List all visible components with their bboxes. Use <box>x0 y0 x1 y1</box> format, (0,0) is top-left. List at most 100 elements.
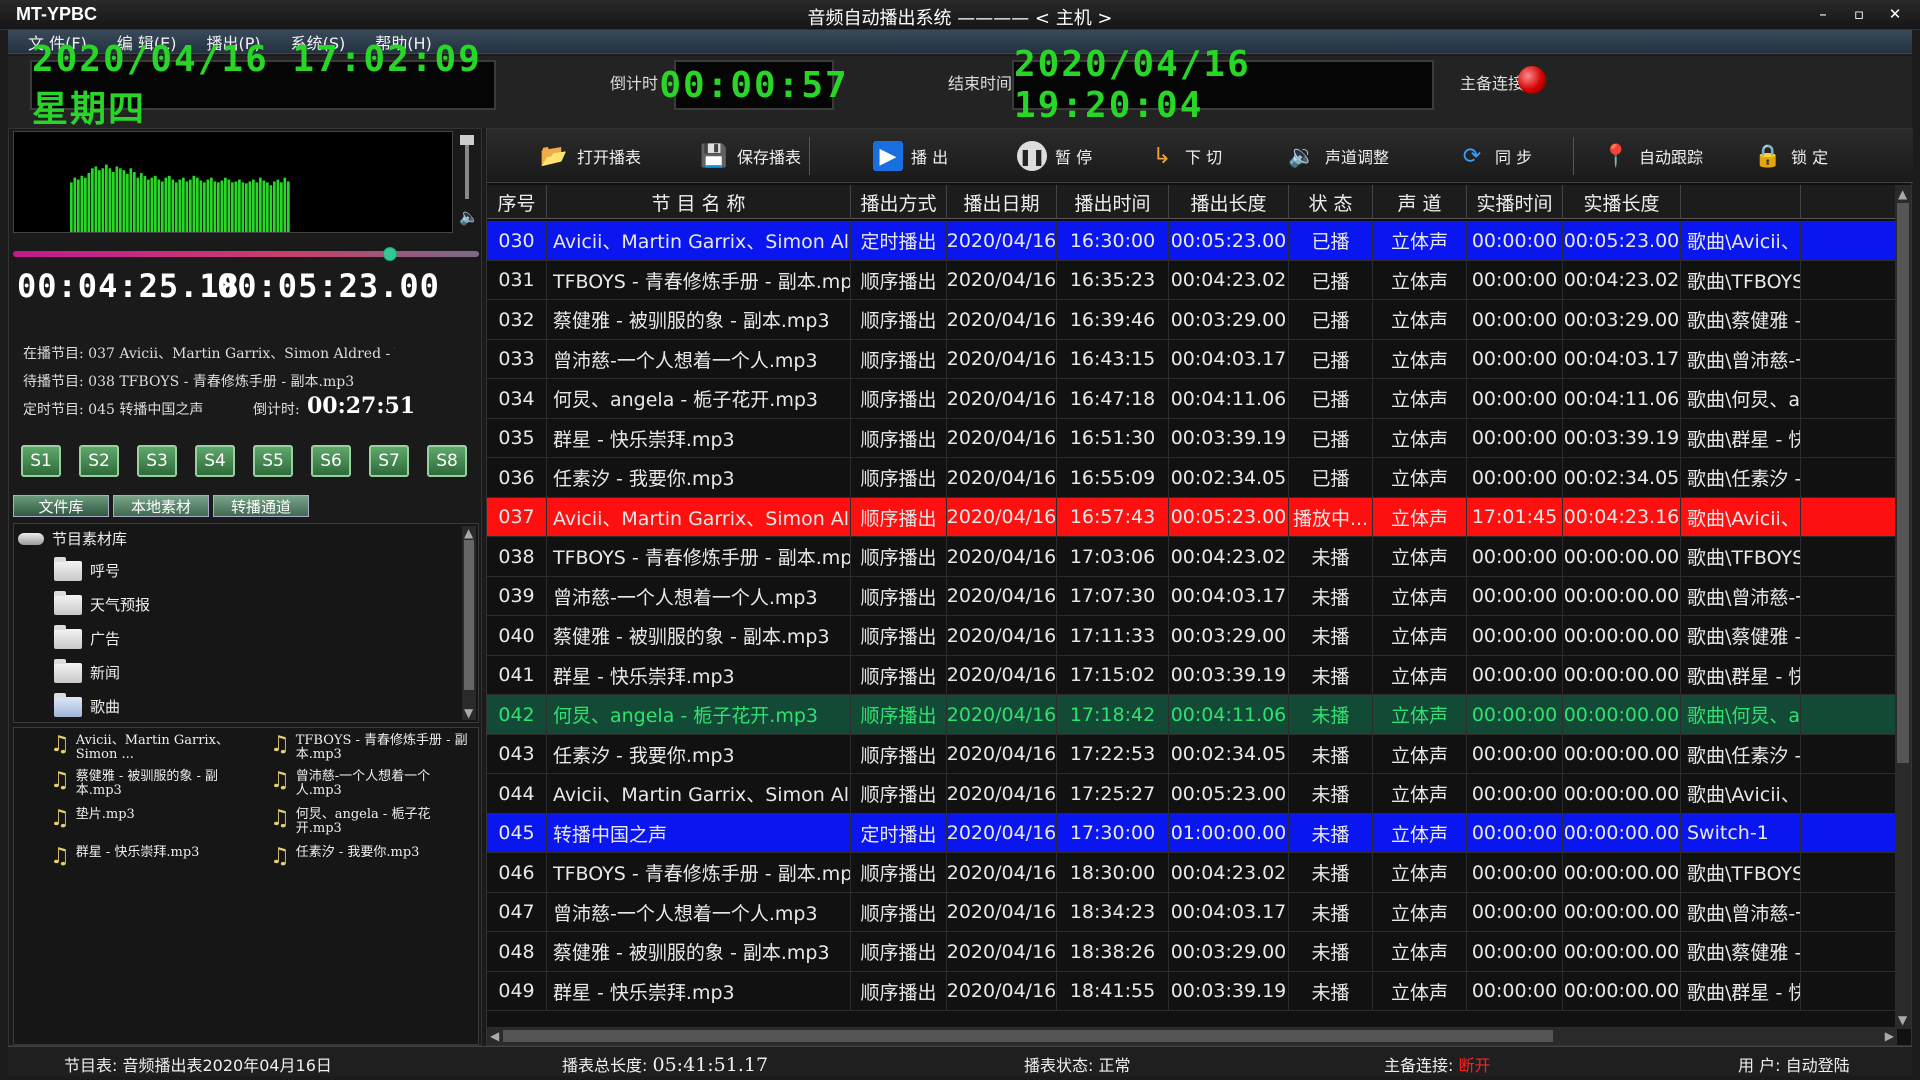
cell-actual-length: 00:04:11.06 <box>1563 379 1681 418</box>
table-horizontal-scrollbar[interactable]: ◀ ▶ <box>487 1027 1897 1045</box>
table-row[interactable]: 043 任素汐 - 我要你.mp3 顺序播出 2020/04/16 17:22:53 00… <box>487 734 1897 774</box>
save-schedule-button[interactable]: 💾 保存播表 <box>699 139 801 173</box>
header-col-actual-length[interactable]: 实播长度 <box>1563 185 1681 219</box>
scroll-down-icon[interactable]: ▼ <box>464 706 473 720</box>
file-item[interactable]: ♫ Avicii、Martin Garrix、Simon ... <box>50 734 250 762</box>
tree-item-ads[interactable]: 广告 <box>54 624 120 649</box>
file-item[interactable]: ♫ 任素汐 - 我要你.mp3 <box>270 846 470 868</box>
table-row[interactable]: 033 曾沛慈-一个人想着一个人.mp3 顺序播出 2020/04/16 16:43:1… <box>487 339 1897 379</box>
open-schedule-button[interactable]: 📂 打开播表 <box>539 139 641 173</box>
table-row[interactable]: 044Avicii、Martin Garrix、Simon Aldred ...… <box>487 774 1897 814</box>
slot-button-s4[interactable]: S4 <box>195 445 235 477</box>
table-row[interactable]: 032 蔡健雅 - 被驯服的象 - 副本.mp3 顺序播出 2020/04/16 16:… <box>487 300 1897 340</box>
playback-progress-knob[interactable] <box>383 247 398 261</box>
close-button[interactable]: ✕ <box>1880 2 1910 26</box>
table-vertical-scrollbar[interactable]: ▲ ▼ <box>1895 185 1911 1029</box>
table-row[interactable]: 031 TFBOYS - 青春修炼手册 - 副本.mp3 顺序播出 2020/04/1… <box>487 260 1897 300</box>
file-item[interactable]: ♫ TFBOYS - 青春修炼手册 - 副本.mp3 <box>270 734 470 762</box>
spectrum-bar <box>266 182 269 232</box>
tab-file-library[interactable]: 文件库 <box>13 495 109 517</box>
cell-status: 已播 <box>1289 300 1373 339</box>
header-col-program-name[interactable]: 节 目 名 称 <box>547 185 851 219</box>
cell-actual-length: 00:00:00.00 <box>1563 892 1681 932</box>
scroll-left-icon[interactable]: ◀ <box>490 1029 499 1043</box>
cell-play-length: 00:02:34.05 <box>1169 458 1289 497</box>
table-row[interactable]: 042 何炅、angela - 栀子花开.mp3 顺序播出 2020/04/16 17:… <box>487 695 1897 735</box>
pause-button[interactable]: ❚❚ 暂 停 <box>1017 139 1092 173</box>
maximize-button[interactable]: ▫ <box>1844 2 1874 26</box>
tab-local-media[interactable]: 本地素材 <box>113 495 209 517</box>
cell-actual-time: 17:01:45 <box>1467 497 1563 537</box>
channel-adjust-button[interactable]: 🔉 声道调整 <box>1287 139 1389 173</box>
cell-channel: 立体声 <box>1373 616 1467 655</box>
cell-play-date: 2020/04/16 <box>947 971 1057 1011</box>
playback-progress-bar[interactable] <box>13 247 479 261</box>
lock-button[interactable]: 🔒 锁 定 <box>1753 139 1828 173</box>
tree-scrollbar[interactable]: ▲ ▼ <box>462 526 476 720</box>
table-row[interactable]: 037Avicii、Martin Garrix、Simon Aldred ...… <box>487 497 1897 537</box>
cell-status: 未播 <box>1289 616 1373 655</box>
minimize-button[interactable]: – <box>1808 2 1838 26</box>
sync-button[interactable]: ⟳ 同 步 <box>1457 139 1532 173</box>
header-col-play-length[interactable]: 播出长度 <box>1169 185 1289 219</box>
scroll-up-icon[interactable]: ▲ <box>1898 187 1907 201</box>
header-col-status[interactable]: 状 态 <box>1289 185 1373 219</box>
table-row[interactable]: 041 群星 - 快乐崇拜.mp3 顺序播出 2020/04/16 17:15:02 00… <box>487 655 1897 695</box>
tree-item-callsign[interactable]: 呼号 <box>54 556 120 581</box>
table-row[interactable]: 046 TFBOYS - 青春修炼手册 - 副本.mp3 顺序播出 2020/04/1… <box>487 853 1897 893</box>
spectrum-bar <box>192 175 196 232</box>
scroll-up-icon[interactable]: ▲ <box>464 526 473 540</box>
cell-play-mode: 顺序播出 <box>851 853 947 892</box>
table-row[interactable]: 034 何炅、angela - 栀子花开.mp3 顺序播出 2020/04/16 16:… <box>487 379 1897 419</box>
slot-button-s1[interactable]: S1 <box>21 445 61 477</box>
tree-item-news[interactable]: 新闻 <box>54 658 120 683</box>
tree-item-weather[interactable]: 天气预报 <box>54 590 150 615</box>
scroll-thumb[interactable] <box>464 540 474 690</box>
slot-button-s3[interactable]: S3 <box>137 445 177 477</box>
scroll-right-icon[interactable]: ▶ <box>1885 1029 1894 1043</box>
volume-knob[interactable] <box>460 135 474 145</box>
table-row[interactable]: 047 曾沛慈-一个人想着一个人.mp3 顺序播出 2020/04/16 18:34:2… <box>487 892 1897 932</box>
tab-relay-channel[interactable]: 转播通道 <box>213 495 309 517</box>
slot-button-s6[interactable]: S6 <box>311 445 351 477</box>
tree-root[interactable]: 节目素材库 <box>18 528 127 549</box>
table-row[interactable]: 049 群星 - 快乐崇拜.mp3 顺序播出 2020/04/16 18:41:55 00… <box>487 971 1897 1011</box>
header-col-index[interactable]: 序号 <box>487 185 547 219</box>
table-row[interactable]: 038 TFBOYS - 青春修炼手册 - 副本.mp3 顺序播出 2020/04/1… <box>487 537 1897 577</box>
tree-item-songs[interactable]: 歌曲 <box>54 692 120 717</box>
table-row[interactable]: 039 曾沛慈-一个人想着一个人.mp3 顺序播出 2020/04/16 17:07:3… <box>487 576 1897 616</box>
cell-play-mode: 顺序播出 <box>851 339 947 379</box>
file-item[interactable]: ♫ 何炅、angela - 栀子花开.mp3 <box>270 808 470 836</box>
cell-actual-length: 00:00:00.00 <box>1563 537 1681 576</box>
slot-button-s5[interactable]: S5 <box>253 445 293 477</box>
play-button[interactable]: ▶ 播 出 <box>873 139 948 173</box>
scroll-down-icon[interactable]: ▼ <box>1898 1013 1907 1027</box>
file-item[interactable]: ♫ 蔡健雅 - 被驯服的象 - 副本.mp3 <box>50 770 250 798</box>
header-col-actual-time[interactable]: 实播时间 <box>1467 185 1563 219</box>
file-item[interactable]: ♫ 群星 - 快乐崇拜.mp3 <box>50 846 250 868</box>
scroll-thumb[interactable] <box>1897 203 1909 763</box>
volume-slider[interactable]: 🔈 <box>459 135 479 231</box>
slot-button-s8[interactable]: S8 <box>427 445 467 477</box>
slot-button-s7[interactable]: S7 <box>369 445 409 477</box>
header-col-play-date[interactable]: 播出日期 <box>947 185 1057 219</box>
table-row[interactable]: 035 群星 - 快乐崇拜.mp3 顺序播出 2020/04/16 16:51:30 00… <box>487 418 1897 458</box>
cell-actual-length: 00:04:03.17 <box>1563 339 1681 379</box>
cell-actual-length: 00:04:23.02 <box>1563 260 1681 300</box>
file-list: ♫ Avicii、Martin Garrix、Simon ... ♫ TFBOY… <box>13 727 479 1045</box>
file-item[interactable]: ♫ 曾沛慈-一个人想着一个人.mp3 <box>270 770 470 798</box>
table-row[interactable]: 048 蔡健雅 - 被驯服的象 - 副本.mp3 顺序播出 2020/04/16 18:… <box>487 932 1897 972</box>
header-col-channel[interactable]: 声 道 <box>1373 185 1467 219</box>
file-item[interactable]: ♫ 垫片.mp3 <box>50 808 250 830</box>
slot-button-s2[interactable]: S2 <box>79 445 119 477</box>
table-row[interactable]: 040 蔡健雅 - 被驯服的象 - 副本.mp3 顺序播出 2020/04/16 17:… <box>487 616 1897 656</box>
table-row[interactable]: 030Avicii、Martin Garrix、Simon Aldred ...… <box>487 221 1897 261</box>
cut-next-button[interactable]: ↳ 下 切 <box>1147 139 1222 173</box>
header-col-play-time[interactable]: 播出时间 <box>1057 185 1169 219</box>
auto-track-button[interactable]: 📍 自动跟踪 <box>1601 139 1703 173</box>
table-row[interactable]: 036 任素汐 - 我要你.mp3 顺序播出 2020/04/16 16:55:09 00… <box>487 458 1897 498</box>
header-col-play-mode[interactable]: 播出方式 <box>851 185 947 219</box>
header-col-path[interactable] <box>1681 185 1801 219</box>
scroll-thumb[interactable] <box>503 1030 1553 1042</box>
table-row[interactable]: 045 转播中国之声 定时播出 2020/04/16 17:30:00 01:00:00.… <box>487 813 1897 853</box>
